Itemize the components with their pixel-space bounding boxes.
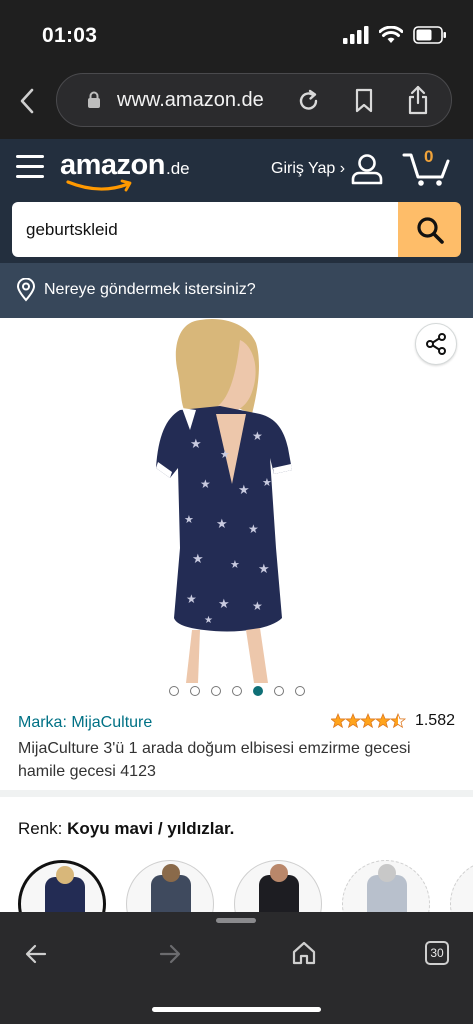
home-icon[interactable] bbox=[291, 940, 317, 966]
cart-button[interactable]: 0 bbox=[402, 147, 452, 187]
url-text[interactable]: www.amazon.de bbox=[117, 89, 264, 112]
color-swatch[interactable] bbox=[342, 860, 430, 912]
rating-count: 1.582 bbox=[414, 712, 455, 729]
lock-icon bbox=[88, 91, 100, 108]
signin-link[interactable]: Giriş Yap › bbox=[271, 160, 345, 178]
brand-link[interactable]: Marka: MijaCulture bbox=[18, 714, 152, 732]
gallery-dot[interactable] bbox=[168, 686, 179, 696]
svg-text:★: ★ bbox=[218, 597, 230, 612]
share-icon[interactable] bbox=[407, 85, 429, 115]
svg-text:★: ★ bbox=[216, 517, 228, 532]
battery-icon bbox=[413, 26, 446, 44]
section-divider bbox=[0, 790, 473, 797]
svg-text:★: ★ bbox=[204, 615, 213, 626]
home-indicator bbox=[152, 1007, 321, 1012]
back-chevron-icon[interactable] bbox=[14, 86, 40, 116]
bookmark-icon[interactable] bbox=[355, 88, 373, 114]
svg-text:★: ★ bbox=[258, 562, 270, 577]
amazon-logo[interactable]: amazon.de bbox=[60, 149, 190, 192]
gallery-dot[interactable] bbox=[273, 686, 284, 696]
gallery-dot-active[interactable] bbox=[252, 686, 263, 696]
gallery-dot[interactable] bbox=[294, 686, 305, 696]
color-value: Koyu mavi / yıldızlar. bbox=[67, 819, 235, 838]
cart-count: 0 bbox=[424, 147, 434, 166]
svg-text:★: ★ bbox=[238, 483, 250, 498]
status-icons bbox=[343, 26, 447, 44]
svg-text:★: ★ bbox=[184, 513, 194, 526]
product-title: MijaCulture 3'ü 1 arada doğum elbisesi e… bbox=[18, 740, 411, 780]
logo-wordmark: amazon bbox=[60, 149, 165, 181]
svg-text:★: ★ bbox=[252, 429, 263, 443]
search-bar bbox=[12, 202, 461, 257]
gallery-dot[interactable] bbox=[210, 686, 221, 696]
location-pin-icon bbox=[16, 278, 36, 302]
svg-text:★: ★ bbox=[252, 599, 263, 613]
status-time: 01:03 bbox=[42, 24, 98, 47]
site-header: amazon.de Giriş Yap › 0 bbox=[0, 139, 473, 263]
svg-text:★: ★ bbox=[192, 552, 204, 567]
color-swatch-selected[interactable] bbox=[18, 860, 106, 912]
search-button[interactable] bbox=[398, 202, 461, 257]
star-rating-icon bbox=[330, 713, 407, 729]
svg-text:★: ★ bbox=[200, 477, 211, 491]
reload-icon[interactable] bbox=[297, 88, 321, 114]
search-input[interactable] bbox=[12, 202, 398, 257]
svg-text:★: ★ bbox=[190, 437, 202, 452]
cellular-signal-icon bbox=[343, 26, 369, 44]
search-icon bbox=[416, 216, 444, 244]
gallery-dot[interactable] bbox=[231, 686, 242, 696]
product-photo: ★ ★ ★ ★ ★ ★ ★ ★ ★ ★ ★ ★ ★ ★ ★ ★ bbox=[156, 318, 292, 683]
rating-summary[interactable]: 1.582 bbox=[330, 712, 455, 730]
tab-switcher-button[interactable]: 30 bbox=[425, 941, 449, 965]
browser-toolbar: 30 bbox=[0, 912, 473, 1024]
svg-text:★: ★ bbox=[186, 592, 197, 606]
delivery-location-label: Nereye göndermek istersiniz? bbox=[44, 281, 256, 298]
svg-text:★: ★ bbox=[220, 448, 230, 461]
gallery-dot[interactable] bbox=[189, 686, 200, 696]
svg-text:★: ★ bbox=[248, 522, 259, 536]
svg-text:★: ★ bbox=[262, 476, 272, 489]
logo-smile-icon bbox=[66, 179, 132, 192]
color-label: Renk: bbox=[18, 819, 63, 838]
logo-tld: .de bbox=[165, 159, 190, 178]
back-arrow-icon[interactable] bbox=[24, 942, 48, 966]
product-share-button[interactable] bbox=[415, 323, 457, 365]
share-nodes-icon bbox=[426, 333, 446, 355]
browser-chrome: 01:03 www.amazon.de bbox=[0, 0, 473, 139]
address-bar[interactable]: www.amazon.de bbox=[56, 73, 452, 127]
sheet-grabber[interactable] bbox=[216, 918, 256, 923]
color-swatches bbox=[18, 860, 473, 912]
wifi-icon bbox=[379, 26, 403, 43]
menu-icon[interactable] bbox=[16, 155, 44, 181]
user-icon[interactable] bbox=[350, 153, 384, 185]
color-swatch[interactable] bbox=[126, 860, 214, 912]
color-swatch[interactable] bbox=[234, 860, 322, 912]
color-swatch[interactable] bbox=[450, 860, 473, 912]
delivery-location-bar[interactable]: Nereye göndermek istersiniz? bbox=[0, 263, 473, 318]
address-bar-row: www.amazon.de bbox=[0, 72, 473, 130]
gallery-pagination bbox=[0, 686, 473, 702]
product-image-gallery[interactable]: ★ ★ ★ ★ ★ ★ ★ ★ ★ ★ ★ ★ ★ ★ ★ ★ bbox=[0, 318, 473, 683]
forward-arrow-icon[interactable] bbox=[158, 942, 182, 966]
svg-text:★: ★ bbox=[230, 558, 240, 571]
color-selection-label: Renk: Koyu mavi / yıldızlar. bbox=[18, 819, 234, 839]
